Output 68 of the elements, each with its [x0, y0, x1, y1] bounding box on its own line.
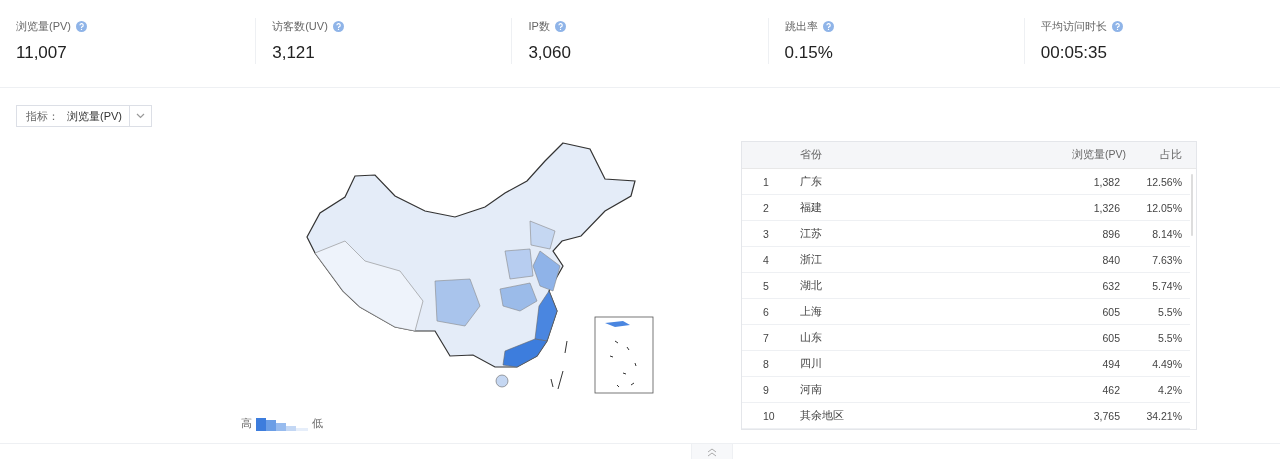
- province-cell-text: 其余地区: [800, 408, 845, 423]
- stat-label: 平均访问时长: [1040, 18, 1107, 34]
- share-cell-text: 4.2%: [1157, 383, 1183, 396]
- metric-select[interactable]: 指标： 浏览量(PV): [16, 105, 152, 127]
- province-cell-text: 上海: [800, 304, 823, 319]
- pv-cell-text: 1,326: [1092, 201, 1120, 214]
- province-cell-text: 广东: [800, 174, 823, 189]
- share-cell-text: 7.63%: [1151, 253, 1183, 266]
- province-cell-text: 江苏: [800, 226, 823, 241]
- share-cell-text: 12.05%: [1145, 201, 1183, 214]
- chevron-down-icon: [136, 113, 145, 119]
- pv-cell-text: 840: [1101, 253, 1120, 266]
- rank-cell-text: 5: [762, 279, 770, 292]
- pv-cell-text: 605: [1101, 305, 1120, 318]
- province-cell-text: 四川: [800, 356, 823, 371]
- rank-cell-text: 1: [762, 175, 770, 188]
- stat-label: 跳出率: [784, 18, 818, 34]
- share-cell-text: 5.74%: [1151, 279, 1183, 292]
- province-cell-text: 浙江: [800, 252, 823, 267]
- pv-cell-text: 462: [1101, 383, 1120, 396]
- legend-high-label: 高: [241, 416, 252, 431]
- province-cell-text: 山东: [800, 330, 823, 345]
- province-cell-text: 福建: [800, 200, 823, 215]
- select-value: 浏览量(PV): [66, 108, 123, 124]
- stat-value: 3,121: [272, 43, 316, 63]
- stat-value: 11,007: [16, 43, 68, 63]
- stat-value: 00:05:35: [1040, 43, 1108, 63]
- collapse-button[interactable]: [691, 443, 733, 459]
- select-label: 指标：: [25, 108, 59, 124]
- rank-cell-text: 8: [762, 357, 770, 370]
- rank-cell-text: 4: [762, 253, 770, 266]
- share-cell-text: 5.5%: [1157, 331, 1183, 344]
- rank-cell-text: 10: [762, 409, 776, 422]
- column-header: 省份: [800, 148, 823, 162]
- help-icon[interactable]: [332, 20, 344, 32]
- legend-low-label: 低: [312, 416, 323, 431]
- column-header: 浏览量(PV): [1071, 148, 1126, 162]
- rank-cell-text: 7: [762, 331, 770, 344]
- share-cell-text: 5.5%: [1157, 305, 1183, 318]
- help-icon[interactable]: [822, 20, 834, 32]
- share-cell-text: 4.49%: [1151, 357, 1183, 370]
- stat-label: IP数: [528, 18, 550, 34]
- share-cell-text: 8.14%: [1151, 227, 1183, 240]
- share-cell-text: 12.56%: [1145, 175, 1183, 188]
- column-header: 占比: [1159, 148, 1183, 162]
- help-icon[interactable]: [76, 20, 87, 32]
- share-cell-text: 34.21%: [1145, 409, 1183, 422]
- pv-cell-text: 494: [1101, 357, 1120, 370]
- legend-scale-icon: [256, 418, 308, 431]
- rank-cell-text: 2: [762, 201, 770, 214]
- scrollbar[interactable]: [1191, 174, 1193, 236]
- rank-cell-text: 3: [762, 227, 770, 240]
- rank-cell-text: 9: [762, 383, 770, 396]
- pv-cell-text: 605: [1101, 331, 1120, 344]
- province-cell-text: 河南: [800, 382, 823, 397]
- stat-value: 3,060: [528, 43, 572, 63]
- rank-cell-text: 6: [762, 305, 770, 318]
- stat-value: 0.15%: [784, 43, 834, 63]
- stat-label: 浏览量(PV): [16, 18, 71, 34]
- double-chevron-up-icon: [707, 447, 717, 457]
- stat-label: 访客数(UV): [272, 18, 328, 34]
- pv-cell-text: 632: [1101, 279, 1120, 292]
- help-icon[interactable]: [1111, 20, 1123, 32]
- pv-cell-text: 3,765: [1092, 409, 1120, 422]
- help-icon[interactable]: [554, 20, 566, 32]
- province-cell-text: 湖北: [800, 278, 823, 293]
- pv-cell-text: 1,382: [1092, 175, 1120, 188]
- pv-cell-text: 896: [1101, 227, 1120, 240]
